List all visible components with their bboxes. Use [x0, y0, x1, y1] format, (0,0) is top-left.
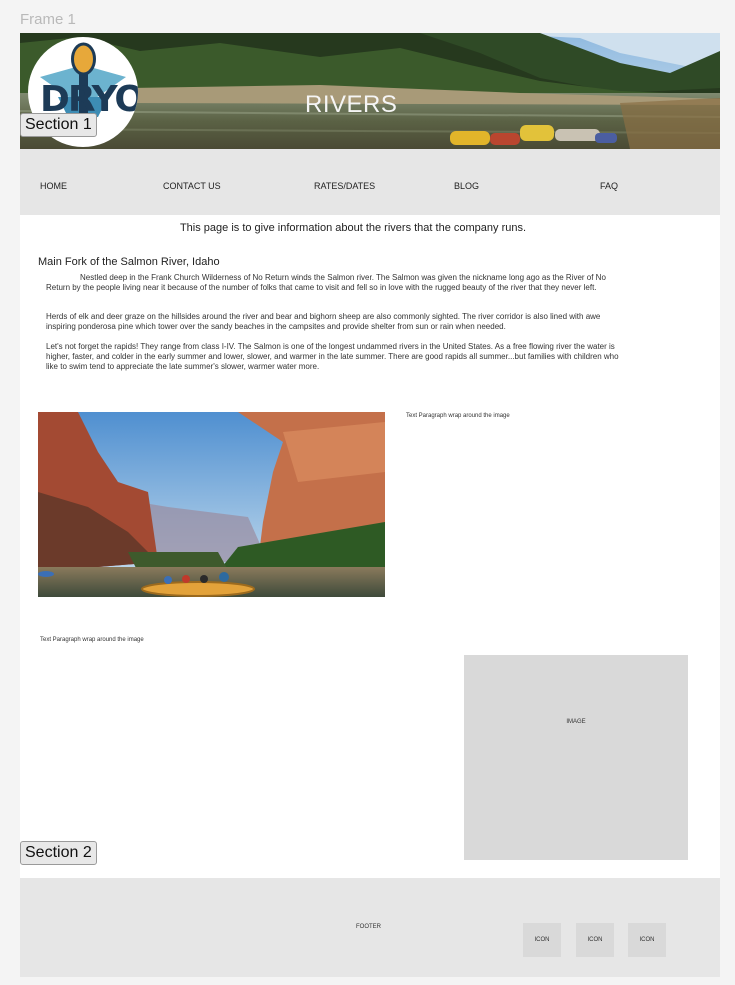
- intro-text: This page is to give information about t…: [179, 222, 527, 234]
- river-heading: Main Fork of the Salmon River, Idaho: [38, 256, 220, 268]
- nav-home[interactable]: HOME: [40, 181, 67, 191]
- nav-blog[interactable]: BLOG: [454, 181, 479, 191]
- section-1-tag: Section 1: [20, 113, 97, 137]
- footer-icon-2[interactable]: ICON: [576, 923, 614, 957]
- footer-icon-1[interactable]: ICON: [523, 923, 561, 957]
- header-banner: RIVERS DRYOAR: [20, 33, 720, 149]
- frame-label: Frame 1: [20, 11, 76, 28]
- paragraph-intro: Nestled deep in the Frank Church Wildern…: [46, 273, 606, 292]
- footer-icon-3[interactable]: ICON: [628, 923, 666, 957]
- section-2-tag: Section 2: [20, 841, 97, 865]
- footer: FOOTER ICON ICON ICON: [20, 878, 720, 977]
- text-wrap-right: Text Paragraph wrap around the image: [406, 413, 510, 419]
- image-placeholder: IMAGE: [464, 655, 688, 860]
- canyon-rafting-photo: [38, 412, 385, 597]
- paragraph-wildlife: Herds of elk and deer graze on the hills…: [46, 312, 601, 331]
- nav-faq[interactable]: FAQ: [600, 181, 618, 191]
- text-wrap-left: Text Paragraph wrap around the image: [40, 637, 144, 643]
- nav-contact-us[interactable]: CONTACT US: [163, 181, 221, 191]
- image-placeholder-label: IMAGE: [566, 719, 586, 725]
- paragraph-rapids: Let's not forget the rapids! They range …: [46, 342, 619, 371]
- footer-label: FOOTER: [356, 924, 381, 930]
- main-nav: HOME CONTACT US RATES/DATES BLOG FAQ: [20, 149, 720, 215]
- page-frame: RIVERS DRYOAR Section 1 HOME CONTACT US …: [20, 33, 720, 977]
- page-title: RIVERS: [305, 91, 398, 118]
- nav-rates-dates[interactable]: RATES/DATES: [314, 181, 375, 191]
